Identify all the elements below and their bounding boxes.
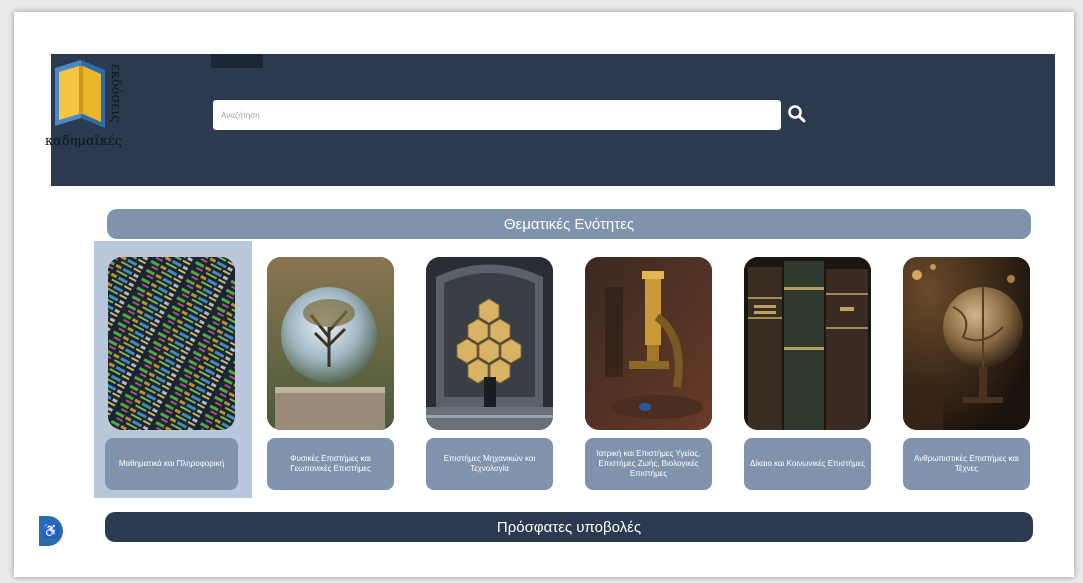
theme-card-law[interactable]: Δίκαιο και Κοινωνικές Επιστήμες — [744, 257, 871, 490]
themes-section-title: Θεματικές Ενότητες — [107, 209, 1031, 239]
theme-card-label: Ανθρωπιστικές Επιστήμες και Τέχνες — [903, 438, 1030, 490]
code-screen-image — [108, 257, 235, 430]
book-logo-icon — [55, 60, 105, 128]
site-logo[interactable]: εκδόσεις καδημαϊκές — [45, 50, 135, 160]
page: εκδόσεις καδημαϊκές Θεματικές Ενότητες — [14, 12, 1074, 577]
logo-word: καδημαϊκές — [45, 134, 122, 149]
theme-card-humanities[interactable]: Ανθρωπιστικές Επιστήμες και Τέχνες — [903, 257, 1030, 490]
site-header: εκδόσεις καδημαϊκές — [45, 54, 1055, 186]
theme-card-label: Φυσικές Επιστήμες και Γεωπονικές Επιστήμ… — [267, 438, 394, 490]
accessibility-icon: ♿ — [42, 523, 60, 538]
antique-globe-image — [903, 257, 1030, 430]
theme-card-mathematics[interactable]: Μαθηματικά και Πληροφορική — [105, 257, 238, 490]
theme-card-natural-sciences[interactable]: Φυσικές Επιστήμες και Γεωπονικές Επιστήμ… — [267, 257, 394, 490]
theme-card-label: Δίκαιο και Κοινωνικές Επιστήμες — [744, 438, 871, 490]
top-menu-stub[interactable] — [211, 54, 263, 68]
accessibility-button[interactable]: ♿ — [39, 516, 63, 546]
law-books-image — [744, 257, 871, 430]
recent-section-title: Πρόσφατες υποβολές — [105, 512, 1033, 542]
theme-card-label: Επιστήμες Μηχανικών και Τεχνολογία — [426, 438, 553, 490]
microscope-image — [585, 257, 712, 430]
search-input[interactable] — [213, 100, 781, 130]
search-icon — [788, 105, 806, 123]
theme-card-medicine[interactable]: Ιατρική και Επιστήμες Υγείας, Επιστήμες … — [585, 257, 712, 490]
theme-card-label: Μαθηματικά και Πληροφορική — [105, 438, 238, 490]
search-button[interactable] — [787, 104, 809, 126]
logo-vertical-text: εκδόσεις — [108, 64, 123, 123]
crystal-ball-tree-image — [267, 257, 394, 430]
theme-card-label: Ιατρική και Επιστήμες Υγείας, Επιστήμες … — [585, 438, 712, 490]
theme-card-engineering[interactable]: Επιστήμες Μηχανικών και Τεχνολογία — [426, 257, 553, 490]
telescope-mirror-image — [426, 257, 553, 430]
